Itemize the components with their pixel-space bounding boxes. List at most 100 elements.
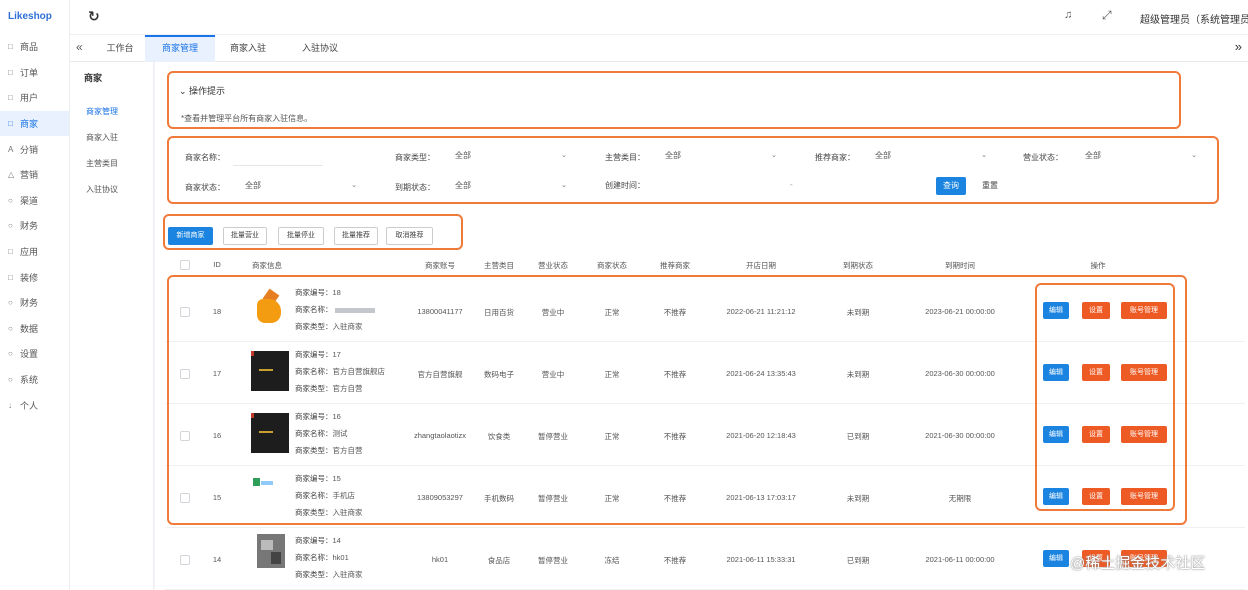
fullscreen-icon[interactable]: ⤢	[1102, 8, 1112, 23]
merchant-info: 商家编号：14 商家名称：hk01 商家类型：入驻商家	[295, 532, 363, 583]
logo-part	[257, 299, 281, 323]
sub-menu-agreement[interactable]: 入驻协议	[86, 184, 118, 195]
cell-expire-status: 已到期	[846, 432, 870, 441]
info-key: 商家名称：	[295, 429, 333, 438]
nav-item-decoration[interactable]: □ 装修	[0, 264, 69, 290]
info-line: 商家编号：16	[295, 408, 363, 425]
apps-icon: □	[8, 247, 13, 257]
sub-menu-main-category[interactable]: 主营类目	[86, 158, 118, 169]
nav-item-settings[interactable]: ○ 设置	[0, 341, 69, 367]
info-value: 入驻商家	[332, 322, 363, 331]
main-category-value: 全部	[665, 151, 681, 160]
settings-button[interactable]: 设置	[1082, 426, 1110, 443]
account-manage-button[interactable]: 账号管理	[1121, 426, 1167, 443]
nav-item-label: 分销	[20, 144, 39, 155]
row-checkbox[interactable]	[180, 431, 190, 441]
nav-item-apps[interactable]: □ 应用	[0, 239, 69, 265]
cell-account: hk01	[431, 555, 449, 564]
chevron-down-icon: ⌄	[1191, 152, 1197, 159]
settings-button[interactable]: 设置	[1082, 488, 1110, 505]
info-line: 商家名称：测试	[295, 425, 363, 442]
table-header: ID 商家信息 商家账号 主营类目 营业状态 商家状态 推荐商家 开店日期 到期…	[165, 257, 1245, 273]
merchant-status-select[interactable]: 全部 ⌄	[245, 180, 357, 196]
info-line: 商家类型：入驻商家	[295, 566, 363, 583]
info-line: 商家编号：18	[295, 284, 375, 301]
refresh-icon[interactable]: ↻	[88, 8, 100, 25]
nav-item-system[interactable]: ○ 系统	[0, 367, 69, 393]
nav-item-data[interactable]: ○ 数据	[0, 316, 69, 342]
row-checkbox[interactable]	[180, 369, 190, 379]
tab-join-agreement[interactable]: 入驻协议	[288, 35, 352, 62]
nav-item-distribution[interactable]: A 分销	[0, 136, 69, 162]
search-button[interactable]: 查询	[936, 177, 966, 195]
nav-item-label: 个人	[20, 400, 39, 411]
user-menu[interactable]: 超级管理员（系统管理员）	[1140, 11, 1248, 26]
nav-item-label: 财务	[20, 221, 39, 232]
edit-button[interactable]: 编辑	[1043, 550, 1069, 567]
settings-button[interactable]: 设置	[1082, 364, 1110, 381]
select-all-checkbox[interactable]	[180, 260, 190, 270]
batch-close-button[interactable]: 批量停业	[278, 227, 324, 245]
chevron-down-icon: ⌄	[561, 182, 567, 189]
row-checkbox[interactable]	[180, 555, 190, 565]
tab-workbench[interactable]: 工作台	[96, 35, 144, 62]
info-value: 官方自营旗舰店	[332, 367, 386, 376]
info-line: 商家编号：14	[295, 532, 363, 549]
batch-open-button[interactable]: 批量营业	[223, 227, 267, 245]
tab-merchant-manage[interactable]: 商家管理	[145, 35, 215, 62]
sub-menu-merchant-manage[interactable]: 商家管理	[86, 106, 118, 117]
info-value: 测试	[332, 429, 348, 438]
table-row: 18 商家编号：18 商家名称： 商家类型：入驻商家 13800041177 日用百货 营业…	[165, 278, 1245, 342]
edit-button[interactable]: 编辑	[1043, 364, 1069, 381]
merchant-name-input[interactable]	[233, 150, 323, 166]
brand-logo[interactable]: Likeshop	[0, 0, 69, 34]
tab-merchant-join[interactable]: 商家入驻	[216, 35, 280, 62]
info-line: 商家名称：官方自营旗舰店	[295, 363, 385, 380]
info-value: 15	[332, 474, 341, 483]
reset-button[interactable]: 重置	[978, 177, 1002, 195]
account-manage-button[interactable]: 账号管理	[1121, 302, 1167, 319]
nav-item-profile[interactable]: ↓ 个人	[0, 392, 69, 418]
bell-icon[interactable]: ♫	[1064, 9, 1072, 21]
cell-business: 暂停营业	[538, 494, 568, 503]
nav-item-order[interactable]: □ 订单	[0, 60, 69, 86]
sub-menu-merchant-join[interactable]: 商家入驻	[86, 132, 118, 143]
batch-recommend-button[interactable]: 批量推荐	[334, 227, 378, 245]
cancel-recommend-button[interactable]: 取消推荐	[386, 227, 433, 245]
nav-item-label: 商家	[20, 119, 39, 130]
info-line: 商家名称：手机店	[295, 487, 363, 504]
nav-item-label: 设置	[20, 349, 39, 360]
row-checkbox[interactable]	[180, 307, 190, 317]
main-category-select[interactable]: 全部 ⌄	[665, 150, 777, 166]
nav-item-finance-2[interactable]: ○ 财务	[0, 290, 69, 316]
row-checkbox[interactable]	[180, 493, 190, 503]
account-manage-button[interactable]: 账号管理	[1121, 488, 1167, 505]
expire-status-select[interactable]: 全部 ⌄	[455, 180, 567, 196]
created-date-range[interactable]: -	[665, 180, 895, 196]
nav-item-goods[interactable]: □ 商品	[0, 34, 69, 60]
add-merchant-button[interactable]: 新增商家	[168, 227, 213, 245]
main-content: ⌄ 操作提示 *查看并管理平台所有商家入驻信息。 商家名称： 商家类型： 全部 ⌄…	[155, 62, 1248, 590]
edit-button[interactable]: 编辑	[1043, 302, 1069, 319]
nav-item-user[interactable]: □ 用户	[0, 85, 69, 111]
business-status-select[interactable]: 全部 ⌄	[1085, 150, 1197, 166]
filter-label-type: 商家类型：	[395, 153, 435, 162]
recommend-select[interactable]: 全部 ⌄	[875, 150, 987, 166]
nav-item-finance[interactable]: ○ 财务	[0, 213, 69, 239]
settings-button[interactable]: 设置	[1082, 302, 1110, 319]
tab-scroll-left-icon[interactable]: «	[76, 40, 83, 54]
nav-item-channel[interactable]: ○ 渠道	[0, 188, 69, 214]
edit-button[interactable]: 编辑	[1043, 426, 1069, 443]
nav-item-merchant[interactable]: □ 商家	[0, 110, 69, 137]
tips-toggle[interactable]: ⌄ 操作提示	[179, 84, 225, 97]
edit-button[interactable]: 编辑	[1043, 488, 1069, 505]
cell-business: 暂停营业	[538, 432, 568, 441]
info-key: 商家类型：	[295, 508, 333, 517]
account-manage-button[interactable]: 账号管理	[1121, 364, 1167, 381]
nav-item-marketing[interactable]: △ 营销	[0, 162, 69, 188]
cell-expire-status: 未到期	[846, 370, 870, 379]
tab-scroll-right-icon[interactable]: »	[1235, 39, 1242, 54]
chevron-down-icon: ⌄	[561, 152, 567, 159]
merchant-type-select[interactable]: 全部 ⌄	[455, 150, 567, 166]
merchant-info: 商家编号：18 商家名称： 商家类型：入驻商家	[295, 284, 375, 335]
